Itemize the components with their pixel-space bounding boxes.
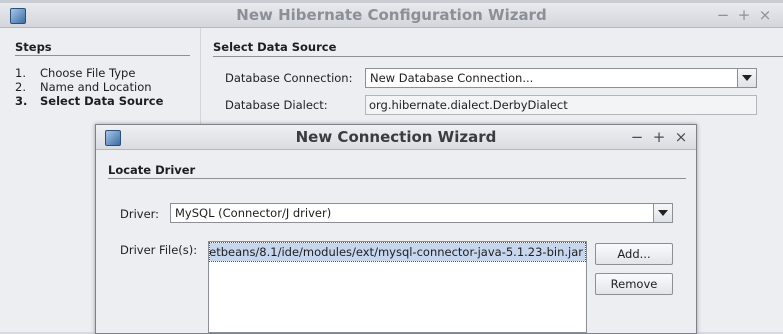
steps-divider [15,55,190,56]
database-connection-label: Database Connection: [225,71,353,85]
maximize-button[interactable]: + [650,125,668,149]
step-2-label: Name and Location [40,80,152,94]
driver-combobox[interactable]: MySQL (Connector/J driver) [170,203,673,223]
hibernate-wizard-titlebar[interactable]: New Hibernate Configuration Wizard − + × [0,3,783,28]
step-2-number: 2. [15,80,26,94]
minimize-button[interactable]: − [714,3,732,27]
minimize-button[interactable]: − [628,125,646,149]
driver-value: MySQL (Connector/J driver) [175,206,332,220]
step-3-label: Select Data Source [40,94,164,108]
step-1-label: Choose File Type [40,66,136,80]
driver-files-list[interactable]: /netbeans/8.1/ide/modules/ext/mysql-conn… [208,241,587,333]
driver-file-path: /netbeans/8.1/ide/modules/ext/mysql-conn… [208,245,583,259]
new-connection-wizard-titlebar[interactable]: New Connection Wizard − + × [96,125,696,150]
panel-divider [213,56,783,57]
list-item[interactable]: /netbeans/8.1/ide/modules/ext/mysql-conn… [208,242,586,262]
step-1-number: 1. [15,66,26,80]
database-connection-combobox[interactable]: New Database Connection... [365,68,757,88]
new-connection-wizard-dialog: New Connection Wizard − + × Locate Drive… [95,124,697,334]
maximize-button[interactable]: + [735,3,753,27]
chevron-down-icon[interactable] [737,69,756,87]
add-button[interactable]: Add... [595,243,673,265]
hibernate-wizard-title: New Hibernate Configuration Wizard [236,6,547,24]
database-dialect-field[interactable]: org.hibernate.dialect.DerbyDialect [365,95,757,115]
close-button[interactable]: × [756,3,774,27]
chevron-down-icon[interactable] [653,204,672,222]
new-connection-wizard-title: New Connection Wizard [295,128,497,146]
driver-label: Driver: [120,207,160,221]
step-3-number: 3. [15,94,28,108]
database-dialect-label: Database Dialect: [225,98,328,112]
remove-button[interactable]: Remove [595,273,673,295]
steps-heading: Steps [15,40,52,54]
database-connection-value: New Database Connection... [370,71,534,85]
driver-files-label: Driver File(s): [120,243,198,257]
select-data-source-heading: Select Data Source [213,40,337,54]
locate-driver-divider [108,178,686,179]
close-button[interactable]: × [672,125,690,149]
database-dialect-value: org.hibernate.dialect.DerbyDialect [369,98,568,112]
locate-driver-heading: Locate Driver [108,163,196,177]
